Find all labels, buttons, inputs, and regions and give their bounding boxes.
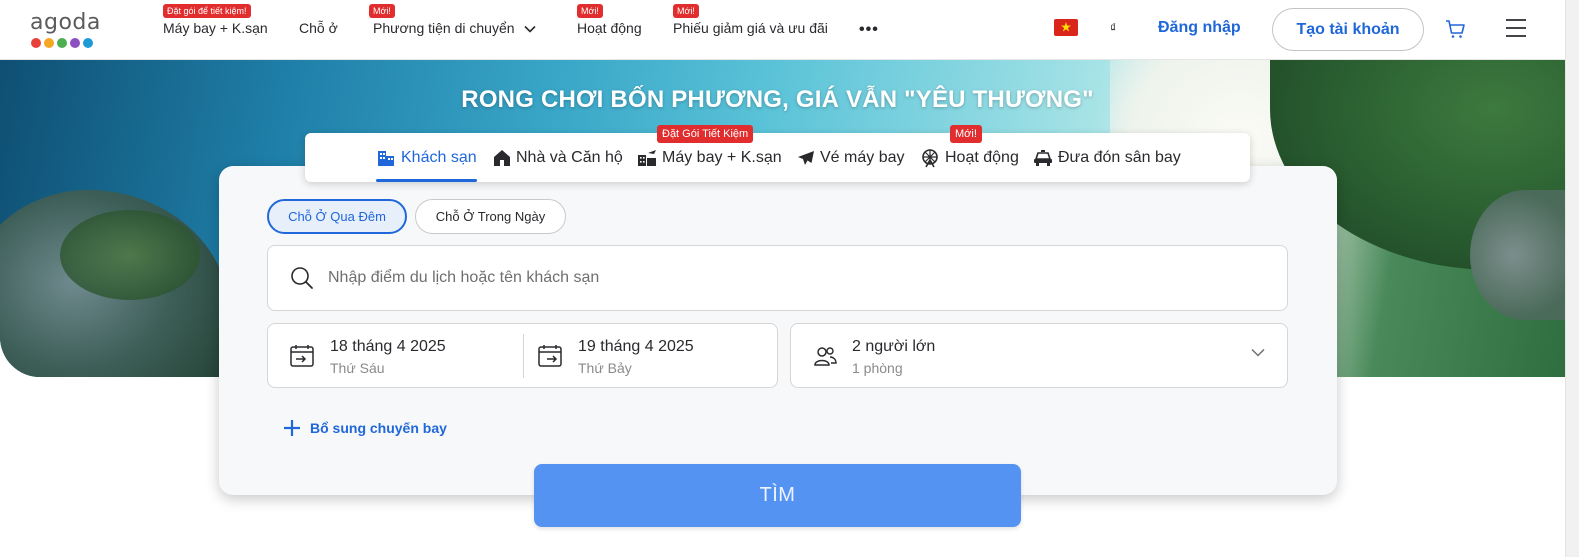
nav-item-transport[interactable]: Phương tiện di chuyển — [373, 20, 536, 36]
search-icon — [291, 267, 313, 289]
destination-search-input[interactable] — [328, 269, 1228, 287]
guests-icon — [814, 347, 837, 366]
guests-rooms-value: 1 phòng — [852, 360, 903, 376]
flight-hotel-icon — [638, 149, 656, 166]
tab-flights-label: Vé máy bay — [820, 148, 905, 166]
house-icon — [494, 149, 510, 166]
tab-activities-label: Hoạt động — [945, 148, 1019, 166]
checkout-date-value: 19 tháng 4 2025 — [578, 338, 694, 355]
checkin-date-value: 18 tháng 4 2025 — [330, 338, 446, 355]
hotel-icon — [378, 150, 394, 166]
checkout-date[interactable]: 19 tháng 4 2025 Thứ Bảy — [516, 324, 766, 387]
nav-badge-activities-new: Mới! — [577, 4, 603, 18]
agoda-logo[interactable]: agoda — [30, 10, 106, 50]
tab-hotels[interactable]: Khách sạn — [376, 133, 477, 182]
car-icon — [1034, 149, 1052, 166]
nav-badge-transport-new: Mới! — [369, 4, 395, 18]
tab-homes-apartments[interactable]: Nhà và Căn hộ — [493, 133, 623, 182]
guests-adults-value: 2 người lớn — [852, 338, 936, 355]
hero-vegetation-left — [60, 210, 200, 300]
logo-dots — [31, 38, 93, 48]
nav-item-activities[interactable]: Hoạt động — [577, 20, 642, 36]
tab-badge-package-deal: Đặt Gói Tiết Kiệm — [657, 125, 754, 143]
calendar-checkin-icon — [290, 345, 314, 367]
date-picker-field[interactable]: 18 tháng 4 2025 Thứ Sáu 19 tháng 4 2025 … — [267, 323, 778, 388]
more-horizontal-icon[interactable]: ••• — [859, 21, 879, 39]
nav-item-flight-hotel[interactable]: Máy bay + K.sạn — [163, 20, 268, 36]
destination-search-field[interactable] — [267, 245, 1288, 311]
nav-badge-coupons-new: Mới! — [673, 4, 699, 18]
chevron-down-icon — [524, 26, 536, 33]
stay-type-overnight-button[interactable]: Chỗ Ở Qua Đêm — [267, 199, 407, 234]
tab-flights[interactable]: Vé máy bay — [797, 133, 904, 182]
hero-headline: RONG CHƠI BỐN PHƯƠNG, GIÁ VẪN "YÊU THƯƠN… — [461, 86, 1094, 113]
nav-item-coupons[interactable]: Phiếu giảm giá và ưu đãi — [673, 20, 828, 36]
tab-hotels-label: Khách sạn — [401, 148, 477, 166]
tab-badge-activities-new: Mới! — [950, 125, 982, 143]
checkout-weekday: Thứ Bảy — [578, 360, 632, 376]
chevron-down-icon — [1251, 348, 1265, 357]
guests-rooms-selector[interactable]: 2 người lớn 1 phòng — [790, 323, 1288, 388]
hamburger-menu-icon[interactable] — [1505, 17, 1527, 39]
nav-item-accommodation[interactable]: Chỗ ở — [299, 20, 338, 36]
plus-icon — [284, 420, 300, 436]
add-flight-link[interactable]: Bổ sung chuyến bay — [283, 419, 447, 437]
top-navigation-bar: agoda Đặt gói để tiết kiệm! Máy bay + K.… — [0, 0, 1579, 60]
tab-airport-transfer[interactable]: Đưa đón sân bay — [1033, 133, 1181, 182]
checkin-date[interactable]: 18 tháng 4 2025 Thứ Sáu — [268, 324, 518, 387]
search-button[interactable]: TÌM — [534, 464, 1021, 527]
currency-selector[interactable]: ₫ — [1110, 21, 1116, 35]
nav-item-transport-label: Phương tiện di chuyển — [373, 20, 515, 36]
logo-text: agoda — [30, 10, 101, 35]
product-tabs: Khách sạn Nhà và Căn hộ Máy bay + K.sạn … — [305, 133, 1250, 182]
nav-badge-package-deal: Đặt gói để tiết kiệm! — [163, 4, 251, 18]
tab-airport-transfer-label: Đưa đón sân bay — [1058, 148, 1181, 166]
vietnam-flag-icon[interactable] — [1054, 19, 1078, 36]
checkin-weekday: Thứ Sáu — [330, 360, 385, 376]
hero-cliff-right — [1470, 190, 1565, 320]
calendar-checkout-icon — [538, 345, 562, 367]
page-scrollbar[interactable] — [1565, 0, 1579, 557]
tab-flight-hotel-label: Máy bay + K.sạn — [662, 148, 782, 166]
tab-homes-label: Nhà và Căn hộ — [516, 148, 623, 166]
login-link[interactable]: Đăng nhập — [1158, 19, 1241, 37]
cart-icon[interactable] — [1444, 18, 1466, 40]
ferris-wheel-icon — [922, 148, 938, 167]
stay-type-day-use-button[interactable]: Chỗ Ở Trong Ngày — [415, 199, 566, 234]
create-account-button[interactable]: Tạo tài khoản — [1272, 8, 1424, 51]
airplane-icon — [798, 150, 814, 165]
add-flight-label: Bổ sung chuyến bay — [310, 420, 447, 436]
